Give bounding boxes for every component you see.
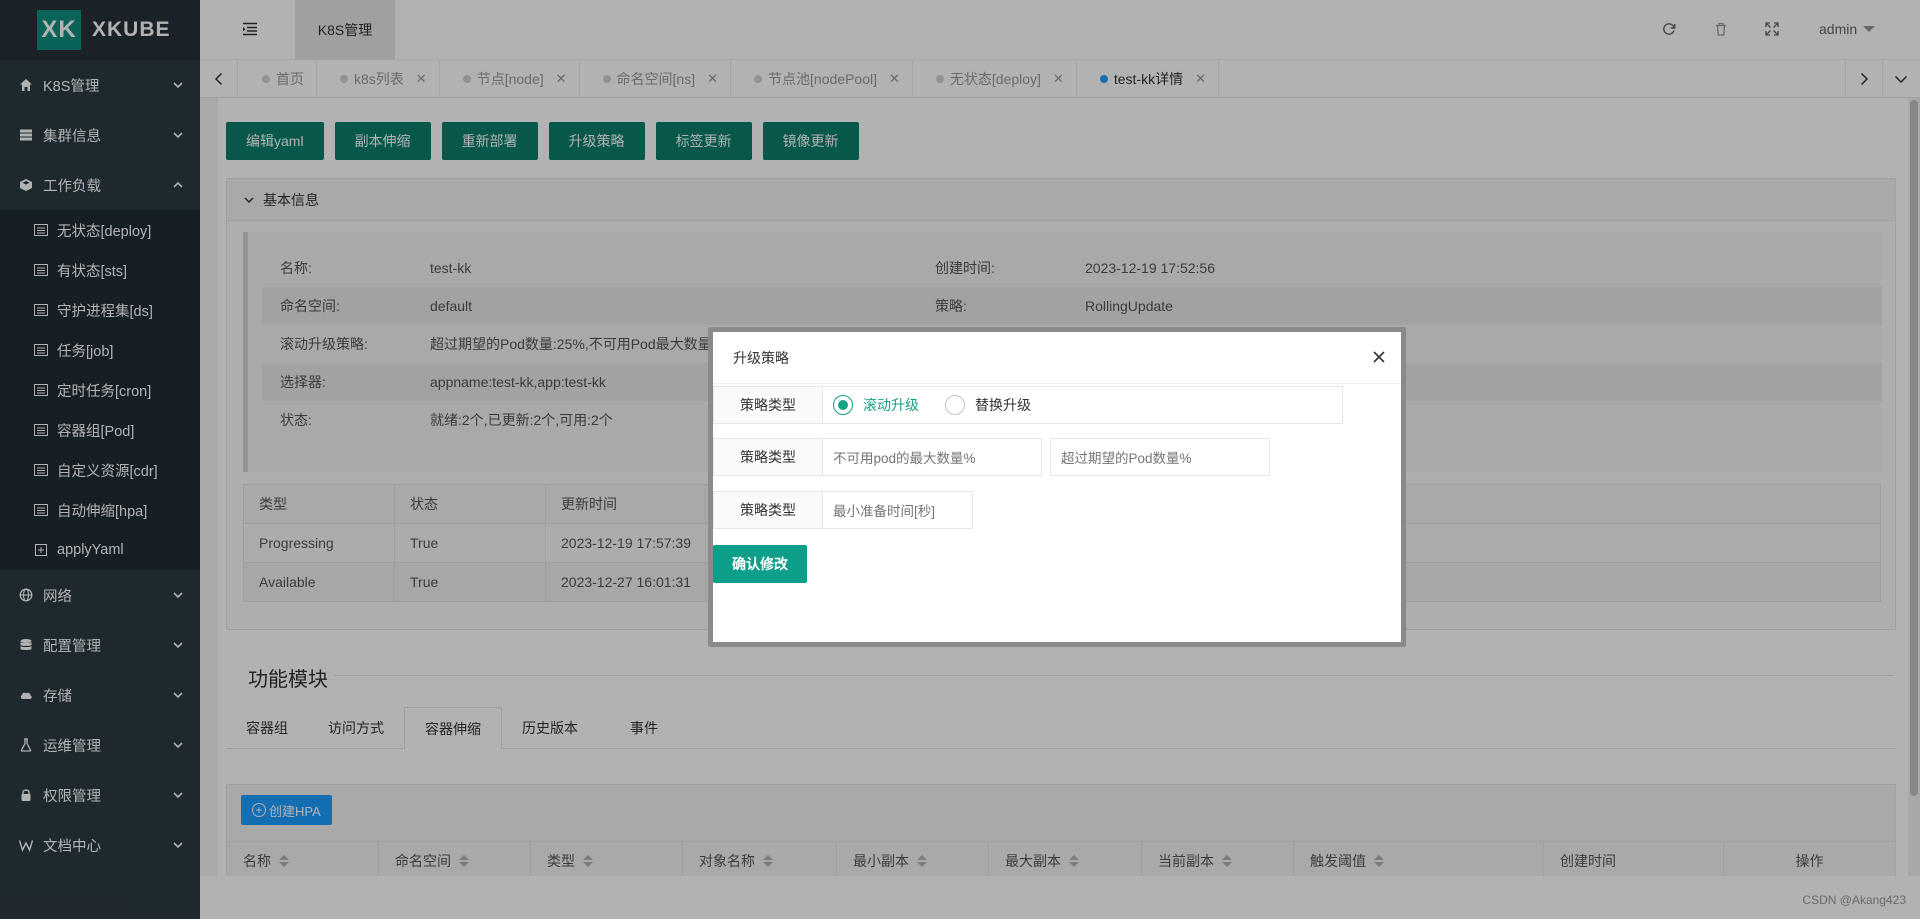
upgrade-strategy-dialog: 升级策略 策略类型 滚动升级 替换升级 策略类型 不可用pod的最大数量% 超过… (713, 332, 1401, 642)
radio-unchecked-icon (945, 395, 965, 415)
close-icon[interactable] (1371, 349, 1387, 365)
radio-checked-icon (833, 395, 853, 415)
form-label: 策略类型 (713, 386, 823, 424)
form-label: 策略类型 (713, 491, 823, 529)
radio-recreate[interactable]: 替换升级 (945, 395, 1031, 415)
min-ready-seconds-input[interactable]: 最小准备时间[秒] (823, 491, 973, 529)
rolling-params-row: 策略类型 不可用pod的最大数量% 超过期望的Pod数量% (713, 438, 1270, 476)
dialog-title: 升级策略 (713, 332, 1401, 384)
min-ready-row: 策略类型 最小准备时间[秒] (713, 491, 973, 529)
radio-rolling-update[interactable]: 滚动升级 (833, 395, 919, 415)
max-surge-input[interactable]: 超过期望的Pod数量% (1050, 438, 1270, 476)
strategy-type-row: 策略类型 滚动升级 替换升级 (713, 386, 1343, 424)
form-label: 策略类型 (713, 438, 823, 476)
confirm-modify-button[interactable]: 确认修改 (713, 545, 807, 583)
radio-label: 滚动升级 (863, 397, 919, 413)
modal-frame: 升级策略 策略类型 滚动升级 替换升级 策略类型 不可用pod的最大数量% 超过… (708, 327, 1406, 647)
max-unavailable-input[interactable]: 不可用pod的最大数量% (823, 438, 1042, 476)
strategy-radio-group: 滚动升级 替换升级 (823, 386, 1343, 424)
radio-label: 替换升级 (975, 397, 1031, 413)
